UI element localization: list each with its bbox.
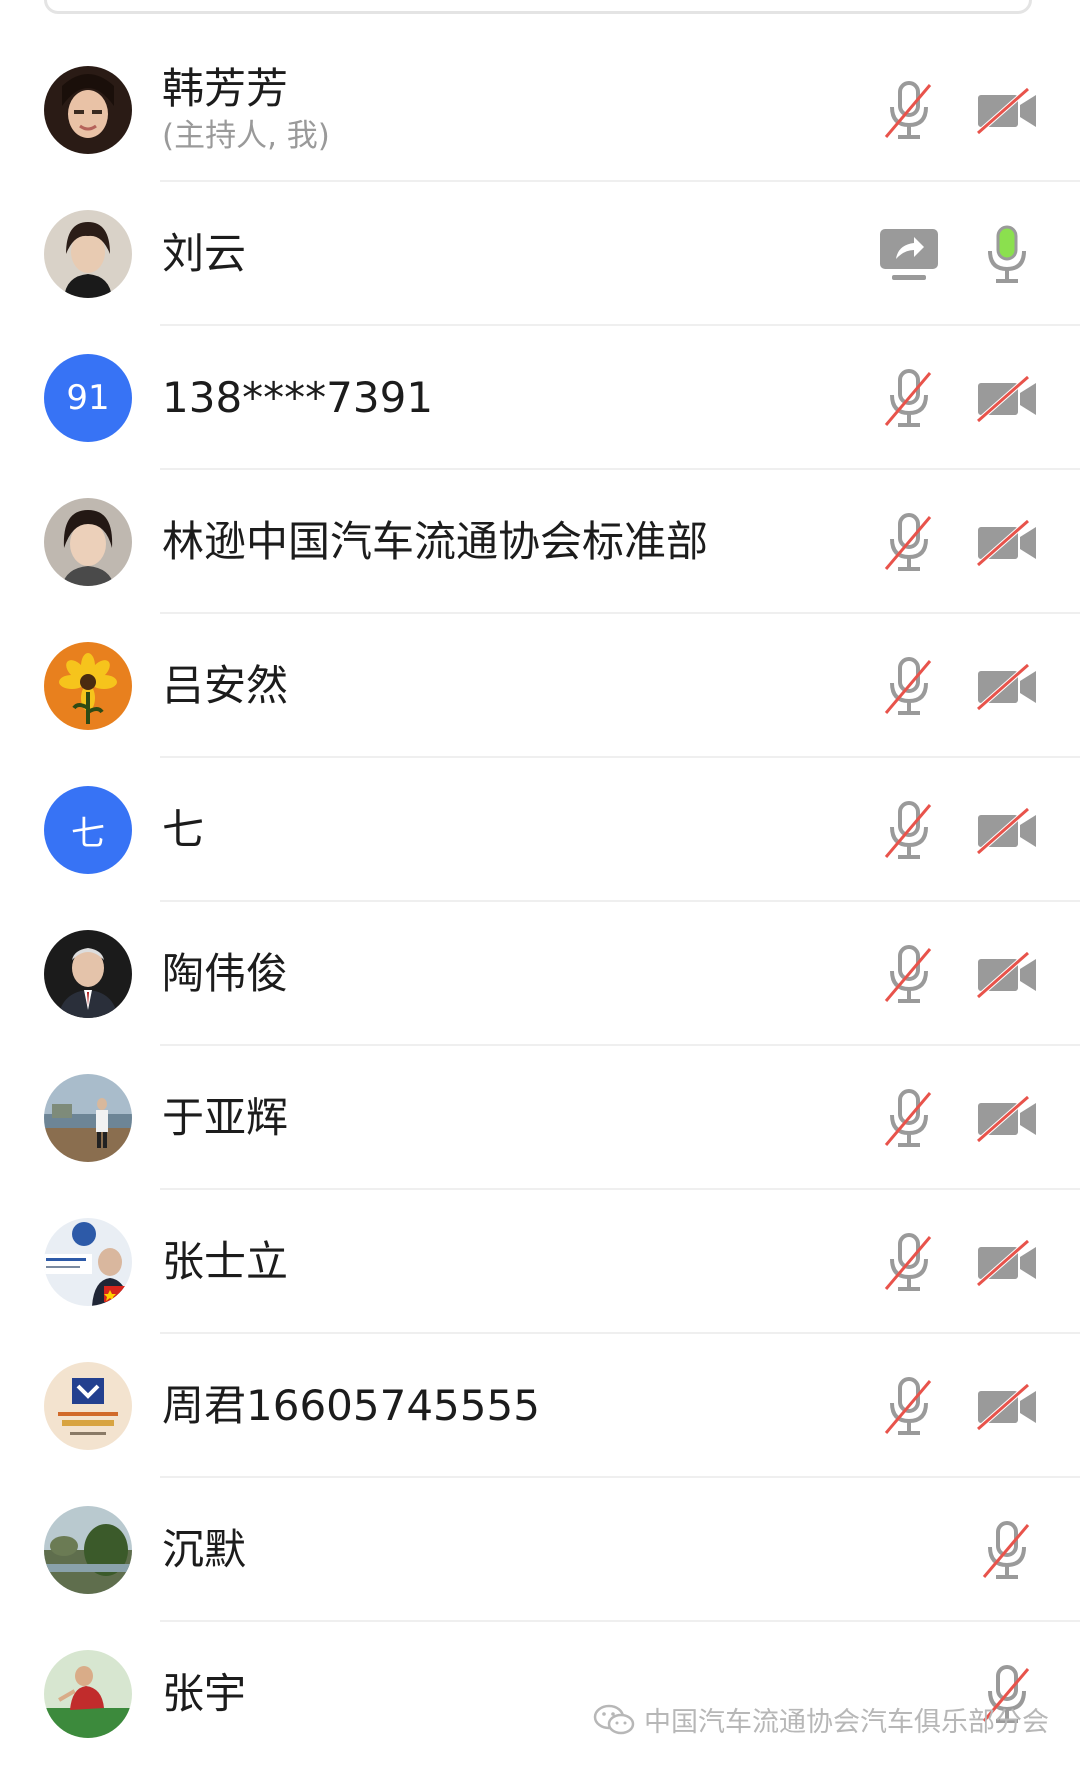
participant-name: 138****7391 (162, 372, 434, 422)
participant-name: 周君16605745555 (162, 1380, 540, 1430)
mic-muted-icon[interactable] (874, 1227, 944, 1297)
participant-name: 陶伟俊 (162, 948, 289, 998)
participant-row[interactable]: 林逊中国汽车流通协会标准部 (0, 470, 1080, 614)
avatar (44, 1650, 132, 1738)
participant-row[interactable]: 张宇 (0, 1622, 1080, 1766)
participant-row[interactable]: 91 138****7391 (0, 326, 1080, 470)
participant-role: (主持人, 我) (162, 117, 330, 154)
participant-row[interactable]: 沉默 (0, 1478, 1080, 1622)
camera-off-icon[interactable] (972, 363, 1042, 433)
participant-name: 沉默 (162, 1524, 247, 1574)
mic-muted-icon[interactable] (874, 939, 944, 1009)
avatar (44, 930, 132, 1018)
mic-muted-icon[interactable] (874, 1083, 944, 1153)
mic-muted-icon[interactable] (972, 1515, 1042, 1585)
participant-row[interactable]: 周君16605745555 (0, 1334, 1080, 1478)
participant-name: 林逊中国汽车流通协会标准部 (162, 516, 709, 566)
wechat-icon (593, 1704, 635, 1734)
mic-muted-icon[interactable] (874, 507, 944, 577)
camera-off-icon[interactable] (972, 1083, 1042, 1153)
camera-off-icon[interactable] (972, 1227, 1042, 1297)
avatar (44, 66, 132, 154)
participant-row[interactable]: 陶伟俊 (0, 902, 1080, 1046)
avatar: 91 (44, 354, 132, 442)
watermark: 中国汽车流通协会汽车俱乐部分会 (592, 1700, 1049, 1739)
search-bar[interactable] (44, 0, 1032, 14)
camera-off-icon[interactable] (972, 1371, 1042, 1441)
participant-row[interactable]: 张士立 (0, 1190, 1080, 1334)
participant-list: 韩芳芳 (主持人, 我) 刘云 91 138****7391 林逊中国汽车流通协… (0, 38, 1080, 1766)
watermark-text: 中国汽车流通协会汽车俱乐部分会 (644, 1707, 1049, 1738)
avatar (44, 1506, 132, 1594)
camera-off-icon[interactable] (972, 507, 1042, 577)
camera-off-icon[interactable] (972, 795, 1042, 865)
participant-name: 吕安然 (162, 660, 289, 710)
avatar-initials: 91 (66, 378, 110, 418)
avatar (44, 1074, 132, 1162)
screen-share-icon[interactable] (874, 219, 944, 289)
avatar (44, 642, 132, 730)
camera-off-icon[interactable] (972, 75, 1042, 145)
participant-name: 刘云 (162, 228, 247, 278)
mic-muted-icon[interactable] (874, 75, 944, 145)
avatar (44, 1218, 132, 1306)
mic-muted-icon[interactable] (874, 795, 944, 865)
avatar: 七 (44, 786, 132, 874)
avatar (44, 498, 132, 586)
participant-row[interactable]: 于亚辉 (0, 1046, 1080, 1190)
avatar-initials: 七 (71, 813, 105, 854)
mic-muted-icon[interactable] (874, 651, 944, 721)
mic-muted-icon[interactable] (874, 1371, 944, 1441)
participant-row[interactable]: 吕安然 (0, 614, 1080, 758)
participant-name: 张宇 (162, 1668, 247, 1718)
camera-off-icon[interactable] (972, 939, 1042, 1009)
avatar (44, 1362, 132, 1450)
participant-name: 张士立 (162, 1236, 289, 1286)
participant-name: 韩芳芳 (162, 64, 289, 114)
avatar (44, 210, 132, 298)
participant-name: 七 (162, 804, 205, 854)
mic-on-icon[interactable] (972, 219, 1042, 289)
mic-muted-icon[interactable] (874, 363, 944, 433)
participant-name: 于亚辉 (162, 1092, 289, 1142)
participant-row[interactable]: 韩芳芳 (主持人, 我) (0, 38, 1080, 182)
participant-row[interactable]: 七 七 (0, 758, 1080, 902)
participant-row[interactable]: 刘云 (0, 182, 1080, 326)
camera-off-icon[interactable] (972, 651, 1042, 721)
